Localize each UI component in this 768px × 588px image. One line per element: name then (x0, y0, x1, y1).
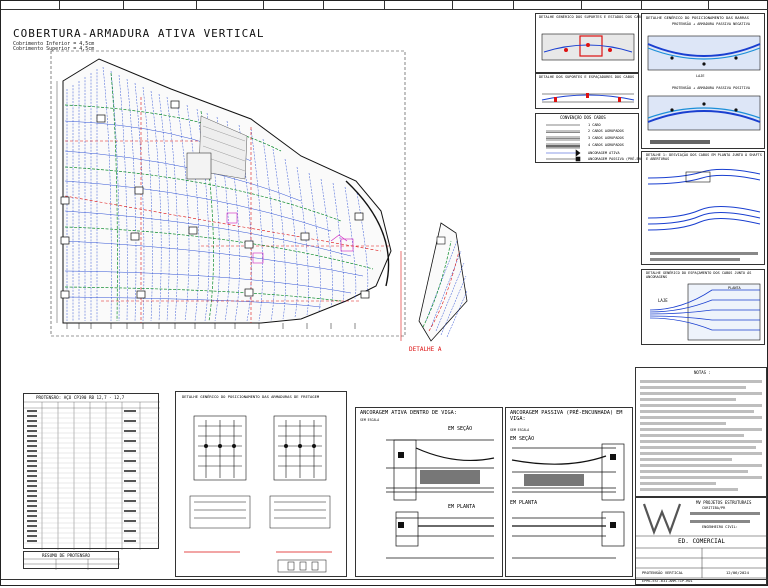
detail-a-label: DETALHE A (409, 346, 442, 353)
company-city: CURITIBA/PR (702, 506, 726, 510)
notes-panel: NOTAS : (635, 367, 767, 497)
plant-label-spacing: PLANTA (728, 286, 741, 290)
convention-5: ANCORAGEM ATIVA (588, 151, 620, 155)
title-block: MV PROJETOS ESTRUTURAIS CURITIBA/PR ENGE… (635, 497, 768, 585)
convention-4: 4 CABOS AGRUPADOS (588, 143, 624, 147)
deviation-detail-panel: DETALHE 1: DESVIAÇÃO DOS CABOS EM PLANTA… (641, 151, 765, 265)
bars-positioning-panel: DETALHE GENÉRICO DO POSICIONAMENTO DAS B… (641, 13, 765, 149)
cable-conventions-panel: CONVENÇÃO DOS CABOS 1 CABO 2 CABOS AGRUP… (535, 113, 658, 163)
convention-3: 3 CABOS AGRUPADOS (588, 136, 624, 140)
active-anchorage-panel: ANCORAGEM ATIVA DENTRO DE VIGA: SEM ESCA… (355, 407, 503, 577)
sheet-date: 12/06/2024 (726, 570, 749, 575)
supports-detail-panel: DETALHE GENÉRICO DOS SUPORTES E ESTADOS … (535, 13, 645, 73)
convention-1: 1 CABO (588, 123, 601, 127)
spacers-detail-panel: DETALHE DOS SUPORTES E ESPAÇADORES DOS C… (535, 73, 639, 109)
sheet-name: PROTENSÃO VERTICAL (642, 570, 684, 575)
engineer-role: ENGENHEIRO CIVIL: (702, 525, 738, 529)
building-name: ED. COMERCIAL (678, 538, 725, 545)
company-name: MV PROJETOS ESTRUTURAIS (696, 500, 752, 505)
prestress-table: PROTENSÃO: AÇO CP190 RB 12,7 - 12,7 (23, 393, 160, 550)
convention-2: 2 CABOS AGRUPADOS (588, 129, 624, 133)
notes-title: NOTAS : (694, 370, 711, 375)
spacing-detail-panel: DETALHE GENÉRICO DO ESPAÇAMENTO DOS CABO… (641, 269, 765, 345)
sheet-frame-bottom (1, 579, 768, 588)
slab-label-spacing: LAJE (658, 298, 668, 303)
passive-anchorage-panel: ANCORAGEM PASSIVA (PRÉ-ENCUNHADA) EM VIG… (505, 407, 633, 577)
prestress-summary: RESUMO DE PROTENSÃO (23, 551, 120, 570)
bottom-anchor-ticks (66, 323, 356, 329)
detail-a-drawing (400, 222, 468, 342)
slab-label-negative: LAJE (696, 74, 705, 78)
drawing-sheet: COBERTURA-ARMADURA ATIVA VERTICAL Cobrim… (0, 0, 768, 586)
bursting-reinforcement-panel: DETALHE GENÉRICO DO POSICIONAMENTO DAS A… (175, 391, 347, 577)
